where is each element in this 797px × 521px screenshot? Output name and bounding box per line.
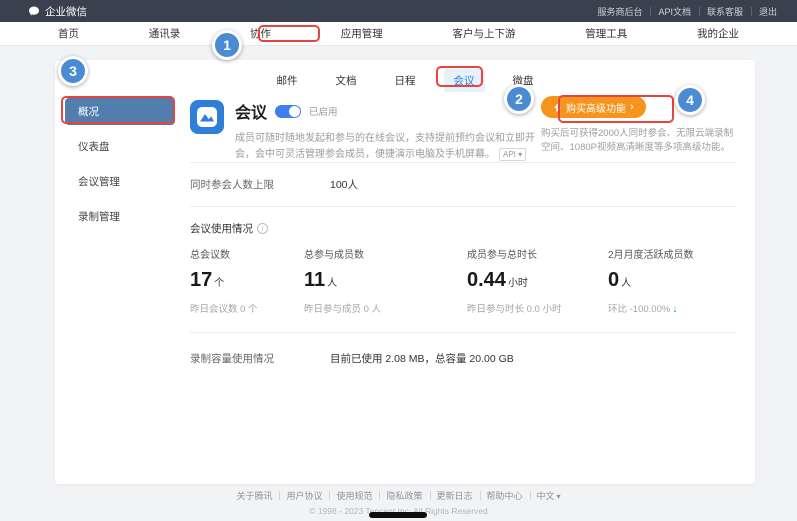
footer-link-usage-rules[interactable]: 使用规范 xyxy=(329,489,379,502)
stat-monthly-active: 2月月度活跃成员数 0人 环比 -100.00%↓ xyxy=(608,246,694,315)
divider xyxy=(190,206,737,207)
tab-mail[interactable]: 邮件 xyxy=(267,69,308,92)
topbar-link-logout[interactable]: 退出 xyxy=(751,5,785,18)
recording-value: 目前已使用 2.08 MB，总容量 20.00 GB xyxy=(330,351,514,366)
stat-total-meetings: 总会议数 17个 昨日会议数 0 个 xyxy=(190,246,258,315)
annotation-badge-1: 1 xyxy=(212,30,242,60)
annotation-box-buy-button xyxy=(558,95,674,123)
nav-item-admin-tools[interactable]: 管理工具 xyxy=(585,26,627,41)
footer-link-changelog[interactable]: 更新日志 xyxy=(430,489,480,502)
capacity-row: 同时参会人数上限 100人 xyxy=(190,177,737,192)
divider xyxy=(190,332,737,333)
meeting-title-block: 会议 已启用 成员可随时随地发起和参与的在线会议，支持提前预约会议和立即开会，会… xyxy=(235,96,535,162)
usage-title-row: 会议使用情况 i xyxy=(190,221,737,236)
sidebar-item-dashboard[interactable]: 仪表盘 xyxy=(65,133,175,160)
footer-link-user-agreement[interactable]: 用户协议 xyxy=(279,489,329,502)
stat-total-participants: 总参与成员数 11人 昨日参与成员 0 人 xyxy=(304,246,381,315)
nav-item-my-company[interactable]: 我的企业 xyxy=(697,26,739,41)
logo-text: 企业微信 xyxy=(45,4,87,19)
annotation-badge-2: 2 xyxy=(504,84,534,114)
annotation-box-collaboration xyxy=(258,25,320,42)
toggle-knob xyxy=(289,106,300,117)
recording-usage-row: 录制容量使用情况 目前已使用 2.08 MB，总容量 20.00 GB xyxy=(190,351,737,366)
tab-docs[interactable]: 文档 xyxy=(326,69,367,92)
nav-item-contacts[interactable]: 通讯录 xyxy=(149,26,181,41)
caret-down-icon: ▾ xyxy=(557,492,561,501)
stat-unit: 人 xyxy=(621,278,631,289)
topbar-link-contact-support[interactable]: 联系客服 xyxy=(699,5,751,18)
home-indicator-bar xyxy=(369,512,427,518)
stat-unit: 人 xyxy=(327,278,337,289)
stat-value: 11 xyxy=(304,269,325,291)
annotation-box-overview xyxy=(61,96,175,124)
topbar-link-service-console[interactable]: 服务商后台 xyxy=(589,5,650,18)
enabled-toggle[interactable] xyxy=(275,105,301,118)
main-nav: 首页 通讯录 协作 应用管理 客户与上下游 管理工具 我的企业 xyxy=(0,22,797,46)
page-title: 会议 xyxy=(235,99,267,123)
footer-link-about[interactable]: 关于腾讯 xyxy=(229,489,279,502)
footer-link-language[interactable]: 中文▾ xyxy=(530,489,568,502)
capacity-value: 100人 xyxy=(330,177,358,192)
stat-subtext-value: 环比 -100.00% xyxy=(608,304,670,315)
stat-label: 总参与成员数 xyxy=(304,246,381,261)
stat-subtext: 昨日参与时长 0.0 小时 xyxy=(467,301,562,315)
meeting-description: 成员可随时随地发起和参与的在线会议，支持提前预约会议和立即开会，会中可灵活管理参… xyxy=(235,131,535,162)
stat-value: 17 xyxy=(190,269,212,291)
annotation-box-meeting-tab xyxy=(436,66,483,87)
topbar-link-api-docs[interactable]: API文档 xyxy=(650,5,699,18)
stat-label: 成员参与总时长 xyxy=(467,246,562,261)
chat-bubble-icon xyxy=(28,5,40,17)
capacity-label: 同时参会人数上限 xyxy=(190,177,330,192)
tab-calendar[interactable]: 日程 xyxy=(385,69,426,92)
sidebar-item-recording-management[interactable]: 录制管理 xyxy=(65,203,175,230)
topbar: 企业微信 服务商后台 API文档 联系客服 退出 xyxy=(0,0,797,22)
footer-link-privacy[interactable]: 隐私政策 xyxy=(379,489,429,502)
stat-label: 2月月度活跃成员数 xyxy=(608,246,694,261)
stat-total-duration: 成员参与总时长 0.44小时 昨日参与时长 0.0 小时 xyxy=(467,246,562,315)
stat-subtext: 昨日参与成员 0 人 xyxy=(304,301,381,315)
wecom-logo[interactable]: 企业微信 xyxy=(28,4,87,19)
sub-tabs: 邮件 文档 日程 会议 微盘 xyxy=(55,69,755,92)
annotation-badge-3: 3 xyxy=(58,56,88,86)
api-badge-label: API xyxy=(503,150,516,159)
footer-links: 关于腾讯 用户协议 使用规范 隐私政策 更新日志 帮助中心 中文▾ xyxy=(0,489,797,502)
divider xyxy=(190,162,737,163)
api-badge[interactable]: API ▾ xyxy=(499,148,526,161)
stat-label: 总会议数 xyxy=(190,246,258,261)
meeting-app-icon xyxy=(190,100,224,134)
nav-item-customers[interactable]: 客户与上下游 xyxy=(453,26,516,41)
stat-unit: 个 xyxy=(214,278,224,289)
info-icon[interactable]: i xyxy=(257,223,268,234)
sidebar-item-meeting-management[interactable]: 会议管理 xyxy=(65,168,175,195)
status-label: 已启用 xyxy=(309,104,338,118)
stat-value: 0 xyxy=(608,269,619,291)
annotation-badge-4: 4 xyxy=(675,85,705,115)
stat-subtext: 昨日会议数 0 个 xyxy=(190,301,258,315)
meeting-header-left: 会议 已启用 成员可随时随地发起和参与的在线会议，支持提前预约会议和立即开会，会… xyxy=(190,96,520,162)
stat-value: 0.44 xyxy=(467,269,506,291)
usage-title: 会议使用情况 xyxy=(190,221,253,236)
nav-item-app-management[interactable]: 应用管理 xyxy=(341,26,383,41)
language-label: 中文 xyxy=(537,491,555,501)
topbar-links: 服务商后台 API文档 联系客服 退出 xyxy=(589,5,785,18)
recording-label: 录制容量使用情况 xyxy=(190,351,330,366)
trend-down-arrow-icon: ↓ xyxy=(672,304,677,315)
caret-down-icon: ▾ xyxy=(518,150,522,159)
meeting-description-text: 成员可随时随地发起和参与的在线会议，支持提前预约会议和立即开会，会中可灵活管理参… xyxy=(235,133,535,160)
meeting-overview-panel: 会议 已启用 成员可随时随地发起和参与的在线会议，支持提前预约会议和立即开会，会… xyxy=(190,96,737,380)
stat-unit: 小时 xyxy=(508,278,528,289)
usage-stats: 总会议数 17个 昨日会议数 0 个 总参与成员数 11人 昨日参与成员 0 人… xyxy=(190,246,737,332)
stat-subtext: 环比 -100.00%↓ xyxy=(608,301,694,315)
nav-item-home[interactable]: 首页 xyxy=(58,26,79,41)
footer-link-help-center[interactable]: 帮助中心 xyxy=(480,489,530,502)
mountain-icon xyxy=(197,107,217,127)
buy-premium-description: 购买后可获得2000人同时参会、无限云端录制空间、1080P视频高清晰度等多项高… xyxy=(541,127,737,155)
